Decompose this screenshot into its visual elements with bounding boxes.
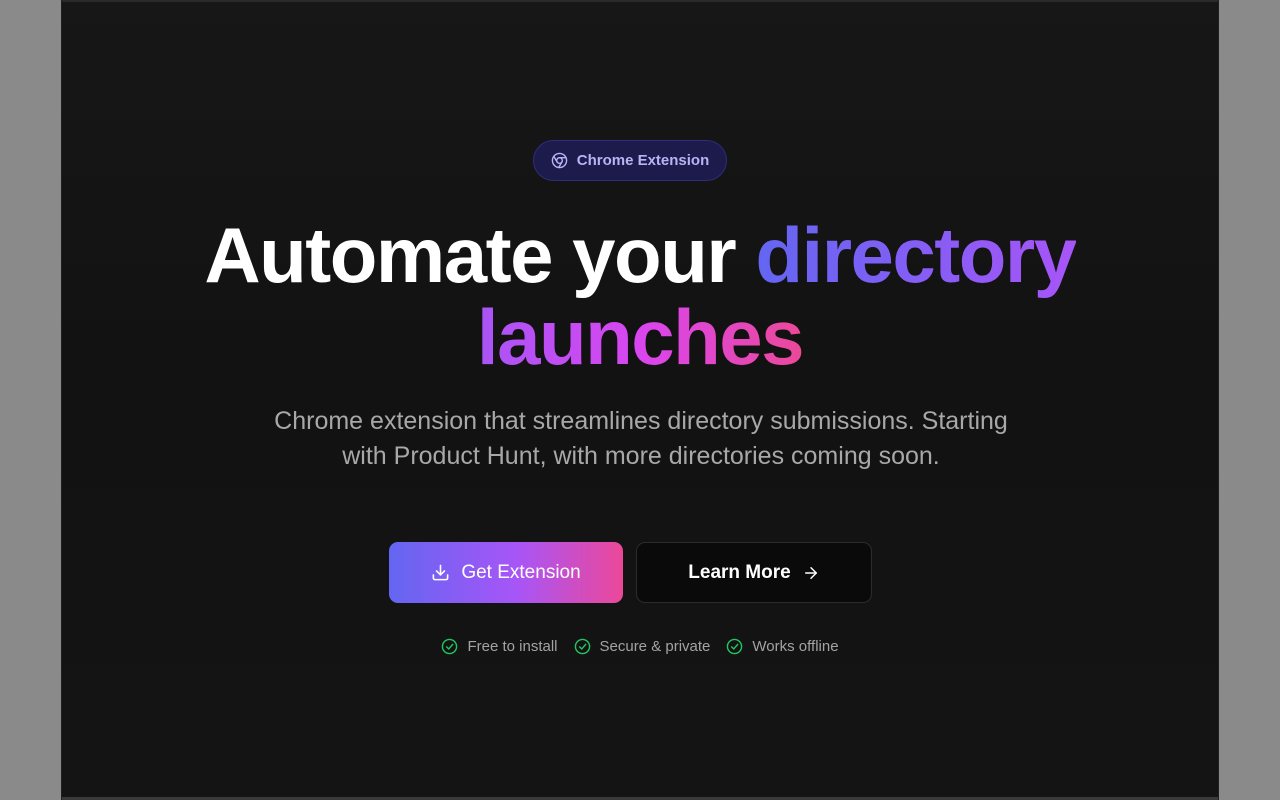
feature-works-offline: Works offline <box>726 638 839 655</box>
chrome-icon <box>551 152 568 169</box>
download-icon <box>432 564 449 581</box>
arrow-right-icon <box>804 566 817 579</box>
headline-part-1: Automate your <box>204 211 756 299</box>
headline-part-2: directory <box>755 211 1077 299</box>
learn-more-button[interactable]: Learn More <box>636 542 872 603</box>
hero-headline: Automate your directory launches <box>62 214 1218 378</box>
feature-list: Free to install Secure & private Works o… <box>62 638 1218 655</box>
feature-secure-private: Secure & private <box>574 638 711 655</box>
feature-label: Free to install <box>467 638 558 655</box>
chrome-extension-badge: Chrome Extension <box>533 140 727 181</box>
headline-part-3: launches <box>476 293 805 381</box>
check-circle-icon <box>574 638 590 655</box>
hero-subtitle: Chrome extension that streamlines direct… <box>274 407 1008 470</box>
get-extension-button[interactable]: Get Extension <box>389 542 623 603</box>
badge-label: Chrome Extension <box>576 152 710 169</box>
feature-free-to-install: Free to install <box>441 638 558 655</box>
check-circle-icon <box>727 638 743 655</box>
hero-section: Chrome Extension Automate your directory… <box>62 0 1218 800</box>
get-extension-label: Get Extension <box>461 561 581 583</box>
check-circle-icon <box>442 638 458 655</box>
feature-label: Secure & private <box>599 638 711 655</box>
browser-viewport: Chrome Extension Automate your directory… <box>61 0 1219 800</box>
learn-more-label: Learn More <box>688 561 791 583</box>
feature-label: Works offline <box>752 638 839 655</box>
